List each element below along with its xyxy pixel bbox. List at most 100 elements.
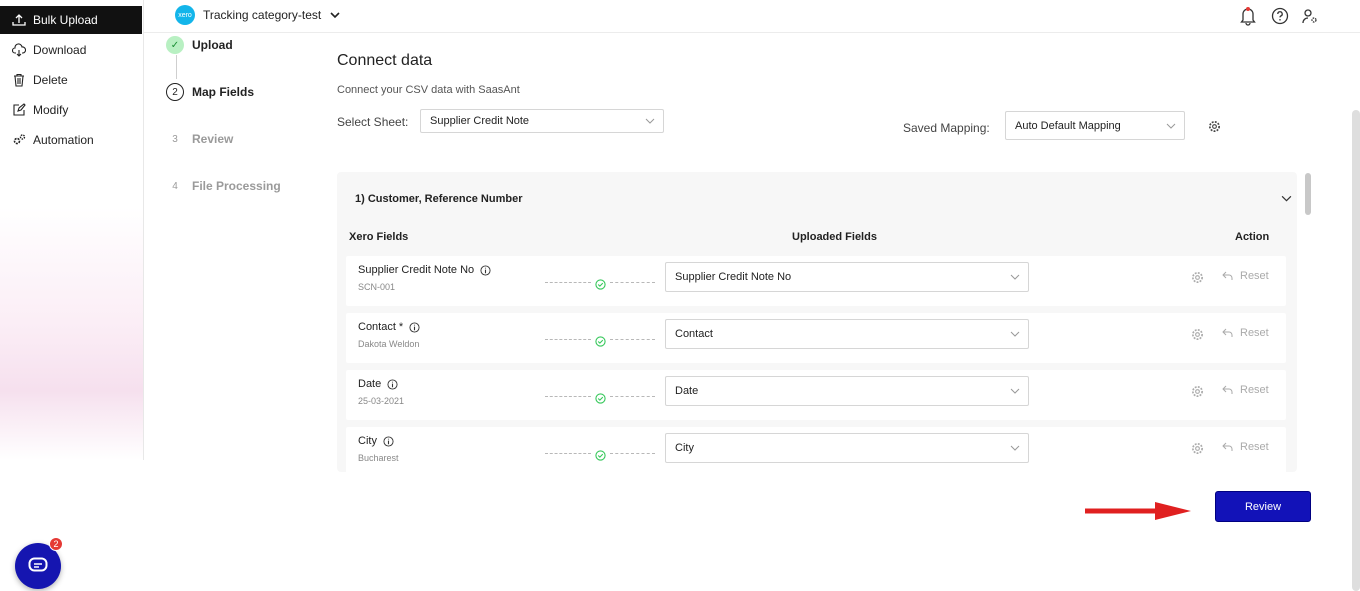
- page-subtitle: Connect your CSV data with SaasAnt: [337, 84, 520, 96]
- check-icon: ✓: [166, 36, 184, 54]
- mapping-connector: [545, 391, 655, 404]
- arrow-annotation: [1085, 502, 1191, 520]
- field-sample-value: Bucharest: [358, 453, 399, 463]
- mapping-connector: [545, 334, 655, 347]
- column-header-action: Action: [1235, 231, 1270, 243]
- gear-icon[interactable]: [1191, 271, 1204, 284]
- column-header-xero-fields: Xero Fields: [349, 231, 409, 243]
- mapping-settings-button[interactable]: [1196, 112, 1232, 140]
- step-label: Map Fields: [192, 85, 255, 99]
- help-icon[interactable]: [1269, 5, 1291, 27]
- cloud-download-icon: [12, 43, 26, 57]
- top-bar: xero Tracking category-test: [144, 0, 1360, 33]
- sidebar-item-label: Automation: [33, 133, 94, 147]
- user-settings-icon[interactable]: [1299, 5, 1321, 27]
- check-circle-icon: [594, 448, 606, 461]
- gear-icon[interactable]: [1191, 442, 1204, 455]
- sidebar-item-label: Download: [33, 43, 87, 57]
- panel-scrollbar[interactable]: [1305, 173, 1311, 215]
- page-title: Connect data: [337, 52, 433, 69]
- step-number: 2: [166, 83, 184, 101]
- step-connector: [176, 55, 177, 79]
- sidebar-item-label: Bulk Upload: [33, 13, 98, 27]
- trash-icon: [12, 73, 26, 87]
- uploaded-field-dropdown[interactable]: Supplier Credit Note No: [665, 262, 1029, 292]
- chevron-down-icon[interactable]: [1281, 193, 1292, 204]
- mapping-row: Contact * Dakota Weldon Contact Reset: [346, 313, 1286, 363]
- info-icon[interactable]: [383, 435, 394, 447]
- gear-icon[interactable]: [1191, 328, 1204, 341]
- chevron-down-icon: [1010, 443, 1020, 453]
- field-name: Supplier Credit Note No: [358, 264, 491, 276]
- field-name: Date: [358, 378, 398, 390]
- mapping-connector: [545, 448, 655, 461]
- sidebar-item-delete[interactable]: Delete: [0, 66, 142, 94]
- field-name: Contact *: [358, 321, 420, 333]
- notification-badge: 2: [49, 537, 63, 551]
- chevron-down-icon: [645, 116, 655, 126]
- undo-icon: [1222, 442, 1233, 451]
- mapping-row: City Bucharest City Reset: [346, 427, 1286, 472]
- saved-mapping-dropdown[interactable]: Auto Default Mapping: [1005, 111, 1185, 140]
- step-number: 4: [172, 180, 178, 192]
- upload-icon: [12, 13, 26, 27]
- uploaded-field-dropdown[interactable]: Date: [665, 376, 1029, 406]
- sidebar-item-label: Delete: [33, 73, 68, 87]
- check-circle-icon: [594, 277, 606, 290]
- saved-mapping-label: Saved Mapping:: [903, 121, 990, 135]
- step-label: Review: [192, 132, 234, 146]
- uploaded-field-dropdown[interactable]: Contact: [665, 319, 1029, 349]
- check-circle-icon: [594, 391, 606, 404]
- chevron-down-icon: [1010, 329, 1020, 339]
- step-review: 3 Review: [166, 130, 233, 148]
- sidebar-item-label: Modify: [33, 103, 69, 117]
- gear-icon[interactable]: [1191, 385, 1204, 398]
- saved-mapping-value: Auto Default Mapping: [1015, 119, 1121, 132]
- field-name: City: [358, 435, 394, 447]
- uploaded-field-dropdown[interactable]: City: [665, 433, 1029, 463]
- sidebar: Bulk Upload Download Delete Modify Autom…: [0, 0, 144, 460]
- sidebar-item-modify[interactable]: Modify: [0, 96, 142, 124]
- reset-button[interactable]: Reset: [1222, 384, 1269, 396]
- info-icon[interactable]: [409, 321, 420, 333]
- step-upload: ✓ Upload: [166, 36, 233, 54]
- mapping-panel: 1) Customer, Reference Number Xero Field…: [337, 172, 1297, 472]
- edit-icon: [12, 103, 26, 117]
- mapping-row: Supplier Credit Note No SCN-001 Supplier…: [346, 256, 1286, 306]
- select-sheet-label: Select Sheet:: [337, 115, 409, 129]
- xero-logo: xero: [175, 5, 195, 25]
- reset-button[interactable]: Reset: [1222, 327, 1269, 339]
- field-sample-value: Dakota Weldon: [358, 339, 420, 349]
- org-name: Tracking category-test: [203, 8, 322, 22]
- field-sample-value: SCN-001: [358, 282, 396, 292]
- chevron-down-icon: [1166, 121, 1176, 131]
- sidebar-item-automation[interactable]: Automation: [0, 126, 142, 154]
- reset-button[interactable]: Reset: [1222, 441, 1269, 453]
- section-heading: 1) Customer, Reference Number: [355, 193, 523, 205]
- review-button[interactable]: Review: [1215, 491, 1311, 522]
- undo-icon: [1222, 328, 1233, 337]
- chevron-down-icon: [330, 10, 340, 20]
- sidebar-item-download[interactable]: Download: [0, 36, 142, 64]
- org-switcher[interactable]: xero Tracking category-test: [175, 5, 340, 25]
- bell-icon[interactable]: [1237, 5, 1259, 27]
- gear-icon: [1208, 120, 1221, 133]
- gears-icon: [12, 133, 26, 147]
- page-scrollbar[interactable]: [1352, 110, 1360, 591]
- check-circle-icon: [594, 334, 606, 347]
- select-sheet-dropdown[interactable]: Supplier Credit Note: [420, 109, 664, 133]
- mapping-connector: [545, 277, 655, 290]
- undo-icon: [1222, 385, 1233, 394]
- sidebar-item-bulk-upload[interactable]: Bulk Upload: [0, 6, 142, 34]
- step-label: Upload: [192, 38, 233, 52]
- undo-icon: [1222, 271, 1233, 280]
- info-icon[interactable]: [480, 264, 491, 276]
- step-number: 3: [172, 133, 178, 145]
- chevron-down-icon: [1010, 272, 1020, 282]
- field-sample-value: 25-03-2021: [358, 396, 405, 406]
- reset-button[interactable]: Reset: [1222, 270, 1269, 282]
- mapping-row: Date 25-03-2021 Date Reset: [346, 370, 1286, 420]
- info-icon[interactable]: [387, 378, 398, 390]
- step-label: File Processing: [192, 179, 281, 193]
- step-file-processing: 4 File Processing: [166, 177, 281, 195]
